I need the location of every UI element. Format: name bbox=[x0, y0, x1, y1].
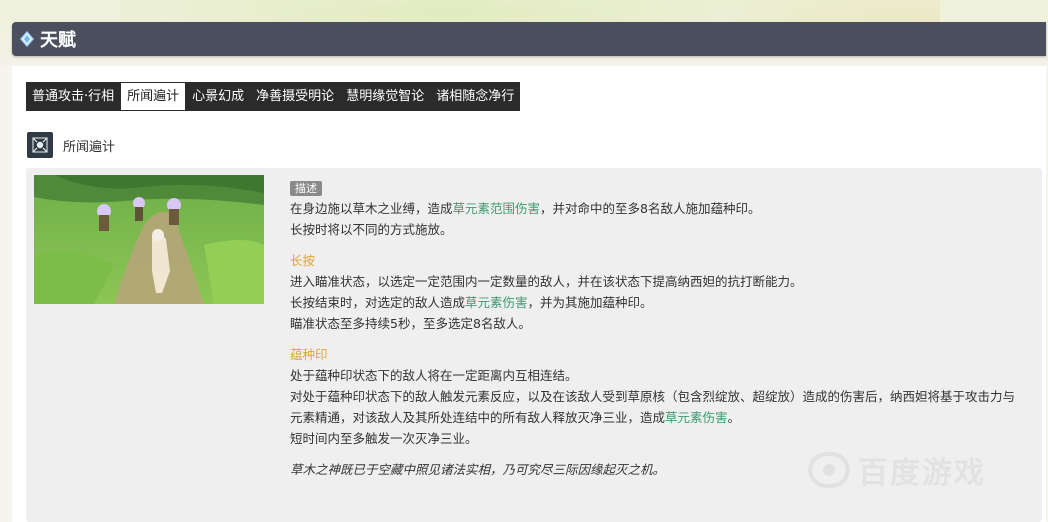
element-damage-highlight: 草元素伤害 bbox=[465, 295, 528, 310]
skill-name: 所闻遍计 bbox=[63, 139, 116, 155]
hold-heading: 长按 bbox=[290, 253, 316, 268]
element-damage-highlight: 草元素范围伤害 bbox=[452, 201, 541, 216]
tab-normal-attack[interactable]: 普通攻击·行相 bbox=[26, 82, 120, 111]
tab-passive-2[interactable]: 慧明缘觉智论 bbox=[340, 82, 430, 111]
desc-text: 在身边施以草木之业缚，造成 bbox=[290, 201, 453, 216]
description-badge: 描述 bbox=[290, 181, 322, 196]
desc-text: ，并为其施加蕴种印。 bbox=[527, 295, 653, 310]
desc-line: 在身边施以草木之业缚，造成草元素范围伤害，并对命中的至多8名敌人施加蕴种印。 bbox=[290, 198, 1030, 219]
desc-text: 长按结束时，对选定的敌人造成 bbox=[290, 295, 466, 310]
skill-heading: 所闻遍计 bbox=[27, 132, 115, 158]
tab-passive-1[interactable]: 净善摄受明论 bbox=[250, 82, 340, 111]
desc-line: 瞄准状态至多持续5秒，至多选定8名敌人。 bbox=[290, 316, 531, 331]
watermark-text: 百度游戏 bbox=[858, 456, 986, 491]
tab-burst[interactable]: 心景幻成 bbox=[186, 82, 250, 111]
seed-mark-heading: 蕴种印 bbox=[290, 347, 328, 362]
desc-line: 短时间内至多触发一次灭净三业。 bbox=[290, 431, 478, 446]
desc-text: ，并对命中的至多8名敌人施加蕴种印。 bbox=[540, 201, 761, 216]
diamond-icon bbox=[20, 31, 34, 47]
section-header: 天赋 bbox=[12, 22, 1046, 56]
desc-line: 元素精通，对该敌人及其所处连结中的所有敌人释放灭净三业，造成草元素伤害。 bbox=[290, 407, 1030, 428]
skill-icon bbox=[27, 132, 53, 158]
tab-passive-3[interactable]: 诸相随念净行 bbox=[430, 82, 520, 111]
tab-skill[interactable]: 所闻遍计 bbox=[120, 82, 187, 111]
skill-preview-image bbox=[34, 175, 264, 304]
desc-line: 长按时将以不同的方式施放。 bbox=[290, 222, 453, 237]
talent-tabs: 普通攻击·行相 所闻遍计 心景幻成 净善摄受明论 慧明缘觉智论 诸相随念净行 bbox=[26, 82, 521, 111]
desc-text: 。 bbox=[727, 410, 741, 425]
skill-description: 描述 在身边施以草木之业缚，造成草元素范围伤害，并对命中的至多8名敌人施加蕴种印… bbox=[290, 177, 1030, 480]
desc-line: 进入瞄准状态，以选定一定范围内一定数量的敌人，并在该状态下提高纳西妲的抗打断能力… bbox=[290, 274, 803, 289]
desc-line: 处于蕴种印状态下的敌人将在一定距离内互相连结。 bbox=[290, 368, 578, 383]
watermark: 百度游戏 bbox=[806, 448, 986, 492]
section-title: 天赋 bbox=[40, 30, 76, 51]
desc-line: 对处于蕴种印状态下的敌人触发元素反应，以及在该敌人受到草原核（包含烈绽放、超绽放… bbox=[290, 389, 1016, 404]
desc-line: 长按结束时，对选定的敌人造成草元素伤害，并为其施加蕴种印。 bbox=[290, 292, 1030, 313]
desc-text: 元素精通，对该敌人及其所处连结中的所有敌人释放灭净三业，造成 bbox=[290, 410, 666, 425]
element-damage-highlight: 草元素伤害 bbox=[665, 410, 728, 425]
watermark-logo-icon bbox=[807, 451, 851, 489]
